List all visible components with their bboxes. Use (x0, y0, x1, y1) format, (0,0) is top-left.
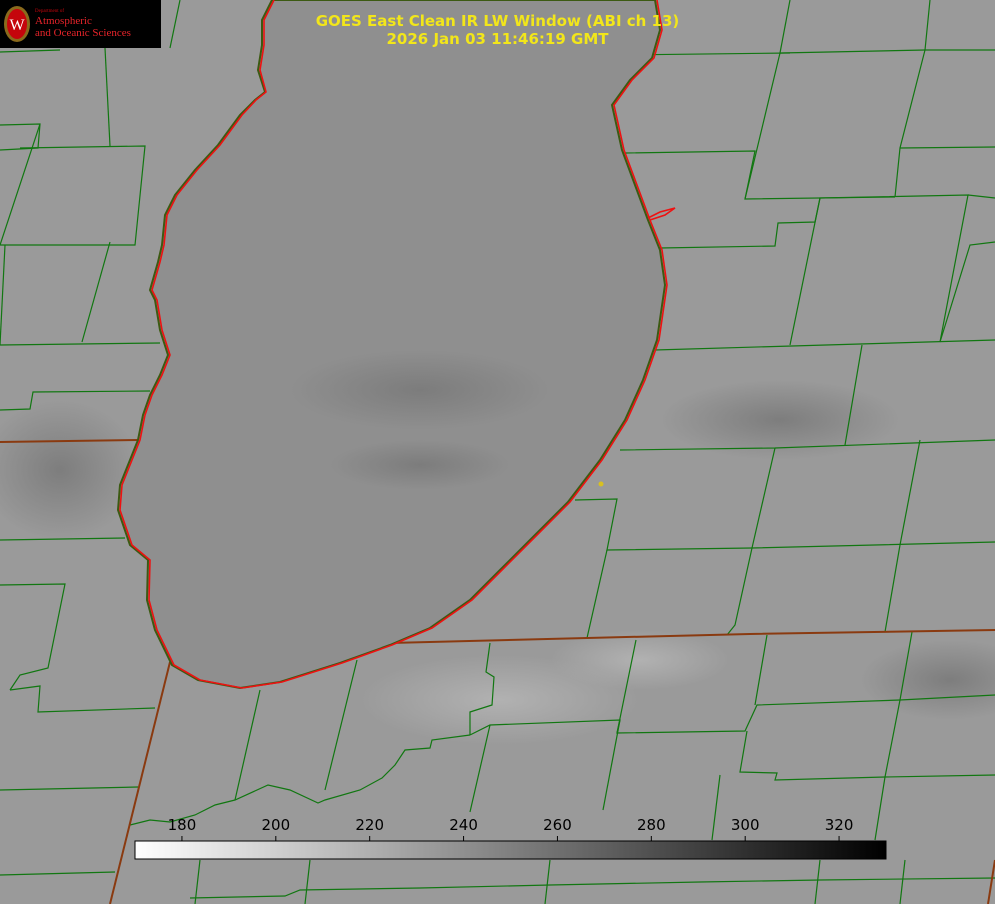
location-marker (598, 481, 604, 487)
lake-warm-band (290, 350, 550, 430)
colorbar-tick-label: 220 (355, 816, 384, 834)
colorbar-tick-label: 280 (637, 816, 666, 834)
satellite-viewer: 180 200 220 240 260 280 300 320 W Department of… (0, 0, 995, 904)
lake-warm-band (330, 440, 510, 490)
colorbar-tick-label: 260 (543, 816, 572, 834)
colorbar-tick-label: 300 (731, 816, 760, 834)
colorbar-tick-label: 180 (168, 816, 197, 834)
colorbar-tick-label: 240 (449, 816, 478, 834)
satellite-map: 180 200 220 240 260 280 300 320 (0, 0, 995, 904)
colorbar-tick-label: 320 (825, 816, 854, 834)
image-timestamp: 2026 Jan 03 11:46:19 GMT (386, 30, 609, 48)
colorbar-tick-label: 200 (261, 816, 290, 834)
colorbar-gradient (134, 840, 887, 860)
image-title: GOES East Clean IR LW Window (ABI ch 13) (315, 12, 680, 30)
